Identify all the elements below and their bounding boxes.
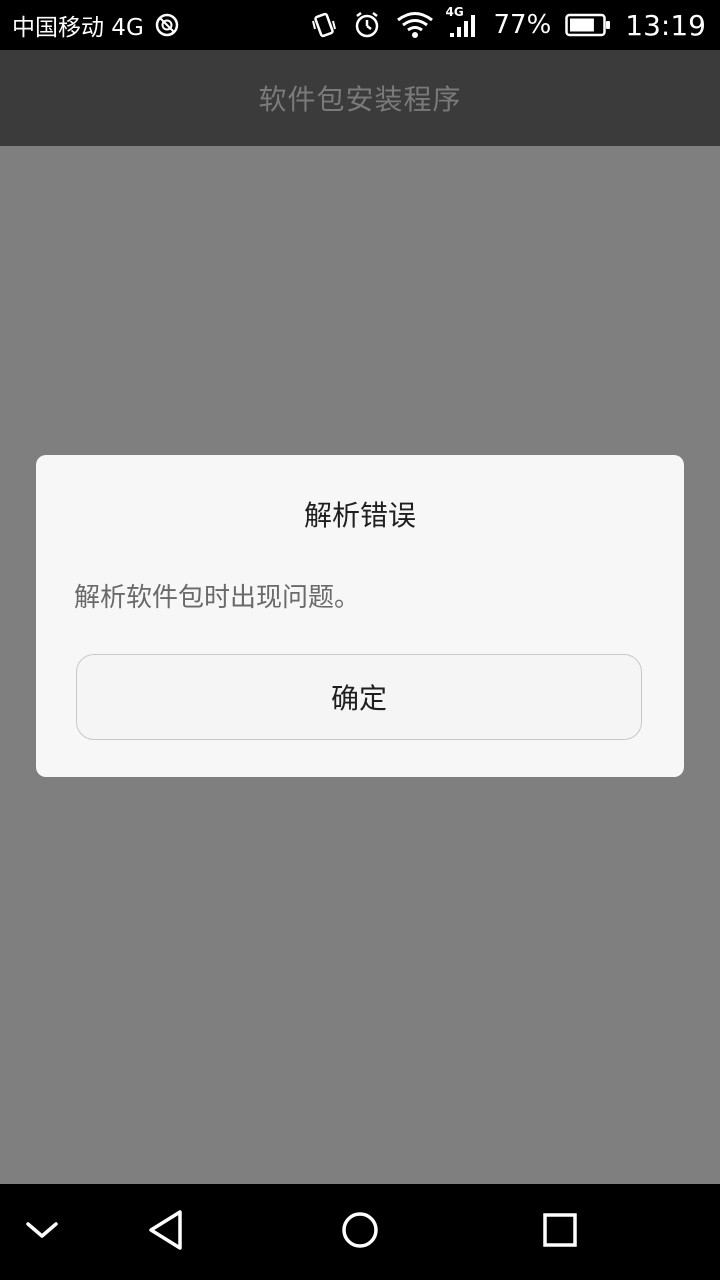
home-button[interactable] [320,1184,400,1280]
battery-fill [570,18,595,32]
network-type-badge: 4G [445,5,464,19]
signal-icon: 4G [446,5,480,39]
dialog-title: 解析错误 [303,499,416,532]
collapse-button[interactable] [12,1184,72,1280]
wifi-icon [396,11,434,39]
collapse-icon [25,1219,59,1245]
dialog-message: 解析软件包时出现问题。 [74,583,361,613]
battery-icon [565,13,611,37]
recents-button[interactable] [520,1184,600,1280]
alarm-icon [352,10,382,40]
carrier-label: 中国移动 4G [12,15,144,41]
vibrate-icon [310,11,338,39]
data-saver-icon [154,12,180,38]
clock: 13:19 [625,8,706,42]
home-icon [340,1210,380,1254]
ok-button-label: 确定 [330,682,387,715]
status-right: 4G 77% 13:19 [310,0,706,50]
back-icon [146,1209,186,1255]
battery-percent: 77% [493,10,552,40]
ok-button[interactable]: 确定 [76,654,642,740]
back-button[interactable] [126,1184,206,1280]
recents-icon [542,1212,578,1252]
navigation-bar [0,1184,720,1280]
app-title-bar: 软件包安装程序 [0,50,720,146]
app-title: 软件包安装程序 [258,83,462,116]
status-bar: 中国移动 4G 4G 77% 13:19 [0,0,720,50]
status-left: 中国移动 4G [12,0,180,50]
